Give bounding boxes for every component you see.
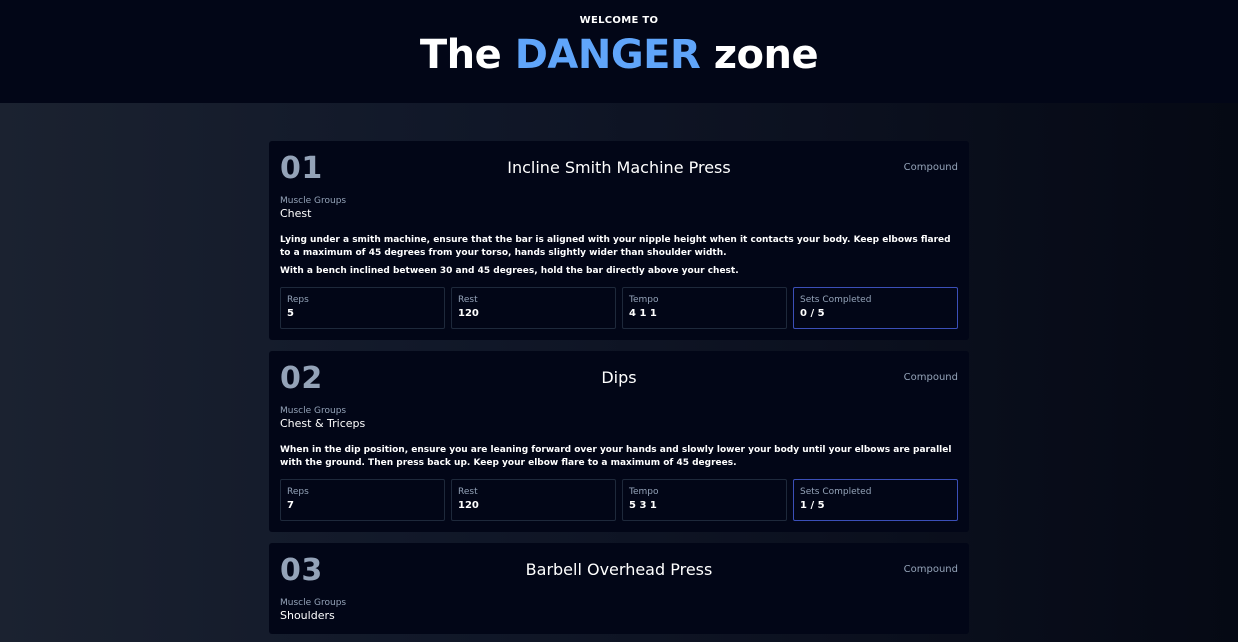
tempo-value: 5 3 1 <box>629 500 657 511</box>
reps-box: Reps 7 <box>280 479 445 521</box>
description-paragraph: Lying under a smith machine, ensure that… <box>280 235 951 258</box>
tempo-value: 4 1 1 <box>629 308 657 319</box>
reps-value: 7 <box>287 500 294 511</box>
reps-label: Reps <box>287 295 309 305</box>
sets-completed-value: 0 / 5 <box>800 308 825 319</box>
muscle-groups-value: Shoulders <box>280 609 335 622</box>
exercise-name: Incline Smith Machine Press <box>507 158 731 177</box>
tempo-box: Tempo 5 3 1 <box>622 479 787 521</box>
muscle-groups-label: Muscle Groups <box>280 406 347 416</box>
exercise-type: Compound <box>903 162 958 173</box>
description-paragraph: With a bench inclined between 30 and 45 … <box>280 266 739 276</box>
exercise-description: Lying under a smith machine, ensure that… <box>280 234 958 278</box>
exercise-stats: Reps 7 Rest 120 Tempo 5 3 1 Sets Complet… <box>280 479 958 521</box>
sets-completed-value: 1 / 5 <box>800 500 825 511</box>
sets-completed-label: Sets Completed <box>800 487 872 497</box>
exercise-name: Barbell Overhead Press <box>525 560 713 579</box>
exercise-stats: Reps 5 Rest 120 Tempo 4 1 1 Sets Complet… <box>280 287 958 329</box>
exercise-card: 02 Dips Compound Muscle Groups Chest & T… <box>269 351 969 532</box>
rest-value: 120 <box>458 308 479 319</box>
rest-label: Rest <box>458 295 478 305</box>
exercise-number: 01 <box>280 151 323 186</box>
reps-label: Reps <box>287 487 309 497</box>
tempo-label: Tempo <box>629 295 659 305</box>
muscle-groups-label: Muscle Groups <box>280 196 347 206</box>
sets-completed-button[interactable]: Sets Completed 1 / 5 <box>793 479 958 521</box>
title-highlight: DANGER <box>514 32 701 78</box>
exercise-description: When in the dip position, ensure you are… <box>280 444 958 470</box>
rest-label: Rest <box>458 487 478 497</box>
reps-box: Reps 5 <box>280 287 445 329</box>
exercise-type: Compound <box>903 564 958 575</box>
page-title: The DANGER zone <box>0 30 1238 80</box>
page-header: WELCOME TO The DANGER zone <box>0 0 1238 103</box>
sets-completed-label: Sets Completed <box>800 295 872 305</box>
rest-box: Rest 120 <box>451 479 616 521</box>
exercise-type: Compound <box>903 372 958 383</box>
tempo-label: Tempo <box>629 487 659 497</box>
rest-value: 120 <box>458 500 479 511</box>
exercise-number: 02 <box>280 361 323 396</box>
welcome-text: WELCOME TO <box>579 15 659 26</box>
muscle-groups-value: Chest & Triceps <box>280 417 366 430</box>
description-paragraph: When in the dip position, ensure you are… <box>280 445 952 468</box>
exercise-card: 01 Incline Smith Machine Press Compound … <box>269 141 969 340</box>
exercise-card: 03 Barbell Overhead Press Compound Muscl… <box>269 543 969 634</box>
exercise-number: 03 <box>280 553 323 588</box>
exercise-name: Dips <box>601 368 637 387</box>
title-suffix: zone <box>713 32 819 78</box>
tempo-box: Tempo 4 1 1 <box>622 287 787 329</box>
muscle-groups-value: Chest <box>280 207 312 220</box>
title-prefix: The <box>419 32 502 78</box>
exercise-list: 01 Incline Smith Machine Press Compound … <box>269 141 969 634</box>
sets-completed-button[interactable]: Sets Completed 0 / 5 <box>793 287 958 329</box>
reps-value: 5 <box>287 308 294 319</box>
rest-box: Rest 120 <box>451 287 616 329</box>
muscle-groups-label: Muscle Groups <box>280 598 347 608</box>
